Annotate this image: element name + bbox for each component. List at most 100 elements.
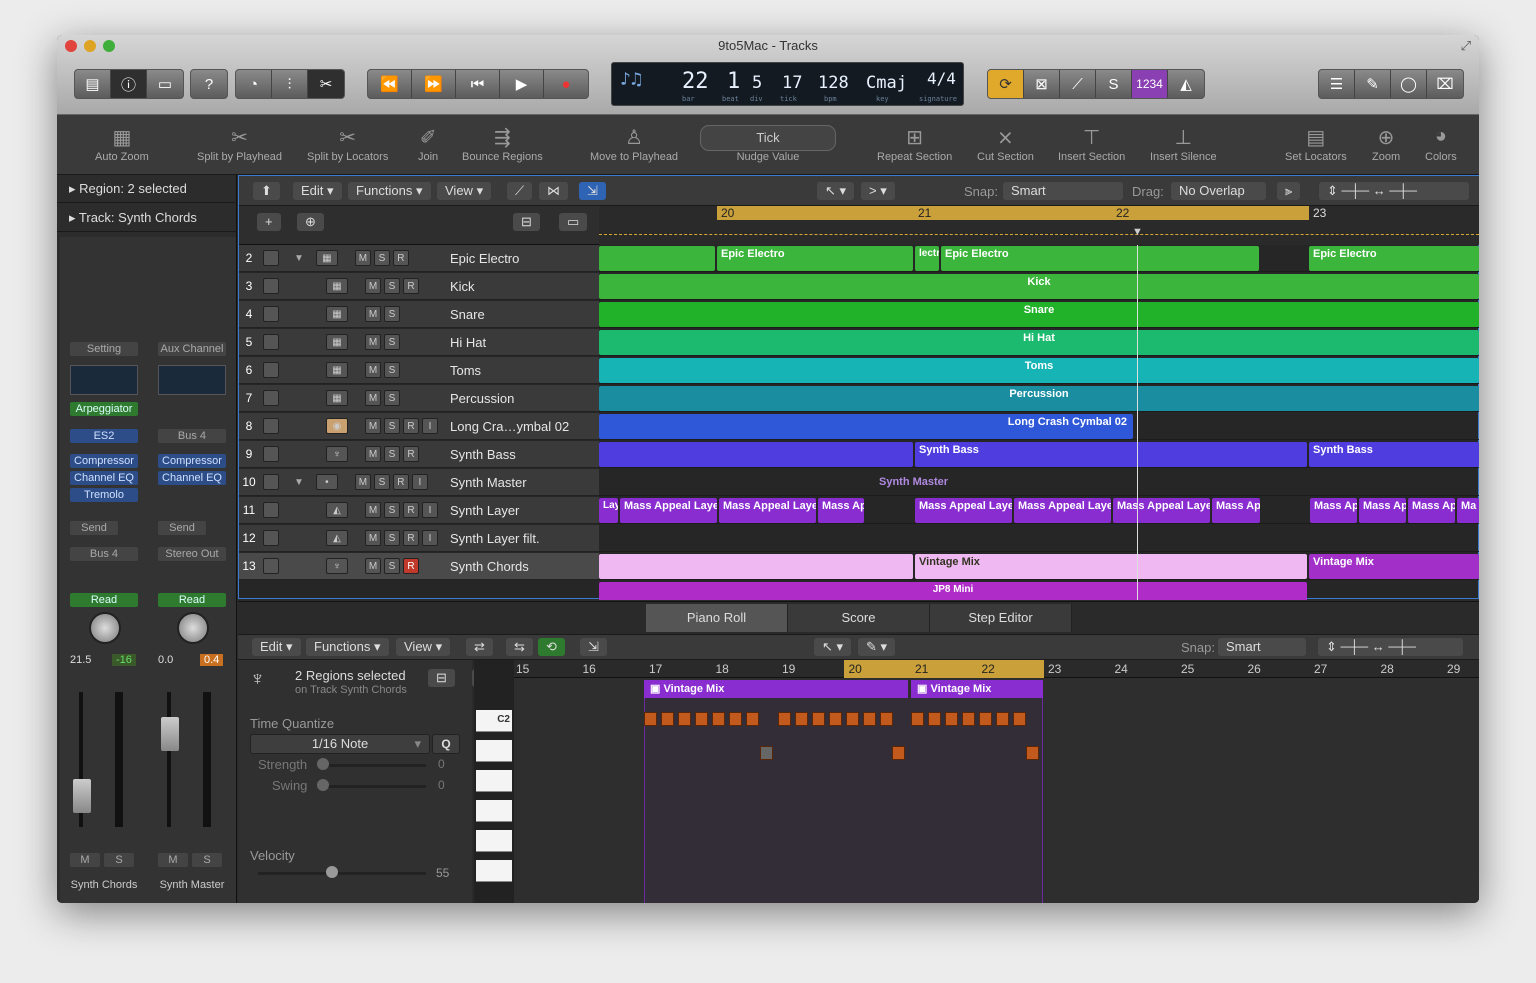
- midi-note[interactable]: [880, 712, 893, 726]
- track-row-selected[interactable]: 13 ♆ M S R Synth Chords: [239, 553, 599, 580]
- global-tracks-icon[interactable]: ▭: [559, 213, 588, 231]
- mute-button[interactable]: M: [365, 306, 381, 322]
- pointer-tool[interactable]: ↖ ▾: [817, 182, 855, 200]
- track-name[interactable]: Synth Chords: [450, 559, 529, 574]
- add-track-button[interactable]: +: [257, 213, 281, 231]
- colors-button[interactable]: ◕ Colors: [1425, 125, 1457, 163]
- mixer-icon[interactable]: ⫶: [272, 70, 308, 98]
- join-button[interactable]: ✐ Join: [418, 125, 438, 163]
- track-name[interactable]: Long Cra…ymbal 02: [450, 419, 569, 434]
- track-name[interactable]: Hi Hat: [450, 335, 486, 350]
- region[interactable]: Snare: [599, 302, 1479, 327]
- region[interactable]: [599, 442, 913, 467]
- playhead-icon[interactable]: ▼: [1132, 226, 1143, 238]
- midi-note[interactable]: [661, 712, 674, 726]
- region[interactable]: [599, 246, 715, 271]
- aux-automation-mode[interactable]: Read: [158, 593, 226, 607]
- library-icon[interactable]: ▤: [75, 70, 111, 98]
- zoom-sliders[interactable]: ⇕ ─┼─ ↔ ─┼─: [1319, 182, 1469, 200]
- swing-slider[interactable]: [318, 785, 426, 788]
- editor-pencil-tool[interactable]: ✎ ▾: [858, 638, 896, 656]
- midi-note[interactable]: [928, 712, 941, 726]
- editor-pointer-tool[interactable]: ↖ ▾: [814, 638, 852, 656]
- aux-setting-button[interactable]: Aux Channel: [158, 342, 226, 356]
- mute-button[interactable]: M: [365, 558, 381, 574]
- forward-icon[interactable]: ⏩: [412, 70, 456, 98]
- midi-note[interactable]: [846, 712, 859, 726]
- record-enable[interactable]: [263, 474, 279, 490]
- region[interactable]: Mass Ap: [1408, 498, 1455, 523]
- insert-section-button[interactable]: ⊤ Insert Section: [1058, 125, 1125, 163]
- region[interactable]: Mass Appeal Laye: [1113, 498, 1210, 523]
- record-enable[interactable]: [263, 334, 279, 350]
- fullscreen-icon[interactable]: ⤢: [1461, 38, 1471, 54]
- inspector-icon[interactable]: ⓘ: [111, 70, 147, 98]
- solo-button[interactable]: S: [384, 446, 400, 462]
- mute-button[interactable]: M: [365, 390, 381, 406]
- split-playhead-button[interactable]: ✂ Split by Playhead: [197, 125, 282, 163]
- record-enable[interactable]: [263, 306, 279, 322]
- replace-icon[interactable]: ⊠: [1024, 70, 1060, 98]
- region-options-icon[interactable]: ⊟: [428, 669, 455, 687]
- midi-note[interactable]: [892, 746, 905, 760]
- record-enable[interactable]: [263, 446, 279, 462]
- midi-fx-slot[interactable]: Arpeggiator: [70, 402, 138, 416]
- snap-select[interactable]: Smart: [1003, 182, 1123, 200]
- editor-edit-menu[interactable]: Edit ▾: [252, 638, 301, 656]
- automation-mode[interactable]: Read: [70, 593, 138, 607]
- region[interactable]: Long Crash Cymbal 02: [599, 414, 1133, 439]
- input-monitor-button[interactable]: I: [422, 418, 438, 434]
- track-row[interactable]: 2 ▼ ▦ M S R Epic Electro: [239, 245, 599, 272]
- midi-note[interactable]: [962, 712, 975, 726]
- flex-icon[interactable]: ⋈: [539, 182, 568, 200]
- track-name[interactable]: Epic Electro: [450, 251, 519, 266]
- midi-note[interactable]: [945, 712, 958, 726]
- midi-note[interactable]: [778, 712, 791, 726]
- track-name[interactable]: Synth Layer: [450, 503, 519, 518]
- region[interactable]: Toms: [599, 358, 1479, 383]
- instrument-slot[interactable]: ES2: [70, 429, 138, 443]
- mute-button[interactable]: M: [365, 530, 381, 546]
- solo-button[interactable]: S: [384, 558, 400, 574]
- region-selected[interactable]: Vintage Mix: [915, 554, 1307, 579]
- send-slot[interactable]: Send: [70, 521, 118, 535]
- midi-in-icon[interactable]: ⇄: [466, 638, 493, 656]
- secondary-tool[interactable]: > ▾: [861, 182, 895, 200]
- aux-output-slot[interactable]: Stereo Out: [158, 547, 226, 561]
- region[interactable]: Mass Ap: [1359, 498, 1406, 523]
- record-button[interactable]: R: [403, 530, 419, 546]
- repeat-section-button[interactable]: ⊞ Repeat Section: [877, 125, 952, 163]
- region[interactable]: Percussion: [599, 386, 1479, 411]
- track-row[interactable]: 10 ▼ • M S R I Synth Master: [239, 469, 599, 496]
- piano-key[interactable]: [476, 740, 512, 762]
- editor-snap-select[interactable]: Smart: [1218, 638, 1306, 656]
- midi-note[interactable]: [746, 712, 759, 726]
- disclosure-icon[interactable]: ▼: [294, 253, 304, 264]
- editor-zoom-sliders[interactable]: ⇕ ─┼─ ↔ ─┼─: [1318, 638, 1463, 656]
- view-menu[interactable]: View ▾: [437, 182, 492, 200]
- aux-send-slot[interactable]: Send: [158, 521, 206, 535]
- record-button[interactable]: R: [403, 418, 419, 434]
- insert-silence-button[interactable]: ⊥ Insert Silence: [1150, 125, 1217, 163]
- track-row[interactable]: 3 ▦ M S R Kick: [239, 273, 599, 300]
- rewind-icon[interactable]: ⏪: [368, 70, 412, 98]
- audio-fx-slot-2[interactable]: Channel EQ: [70, 471, 138, 485]
- track-name[interactable]: Synth Bass: [450, 447, 516, 462]
- region[interactable]: Mass Appeal Laye: [1014, 498, 1111, 523]
- toolbar-icon[interactable]: ▭: [147, 70, 183, 98]
- region[interactable]: Synth Bass: [1309, 442, 1479, 467]
- region[interactable]: Mass Ap: [818, 498, 864, 523]
- output-slot[interactable]: Bus 4: [70, 547, 138, 561]
- region[interactable]: Laye: [599, 498, 618, 523]
- mute-button[interactable]: M: [354, 474, 371, 490]
- solo-button[interactable]: S: [384, 306, 400, 322]
- to-start-icon[interactable]: ⏮: [456, 70, 500, 98]
- track-name[interactable]: Synth Layer filt.: [450, 531, 540, 546]
- region[interactable]: Mass Ap: [1212, 498, 1260, 523]
- aux-mute-button[interactable]: M: [158, 853, 188, 867]
- track-row[interactable]: 8 ◉ M S R I Long Cra…ymbal 02: [239, 413, 599, 440]
- record-button[interactable]: R: [403, 278, 419, 294]
- eq-thumbnail[interactable]: [70, 365, 138, 395]
- help-icon[interactable]: ?: [191, 70, 227, 98]
- region[interactable]: Mass Ap: [1310, 498, 1357, 523]
